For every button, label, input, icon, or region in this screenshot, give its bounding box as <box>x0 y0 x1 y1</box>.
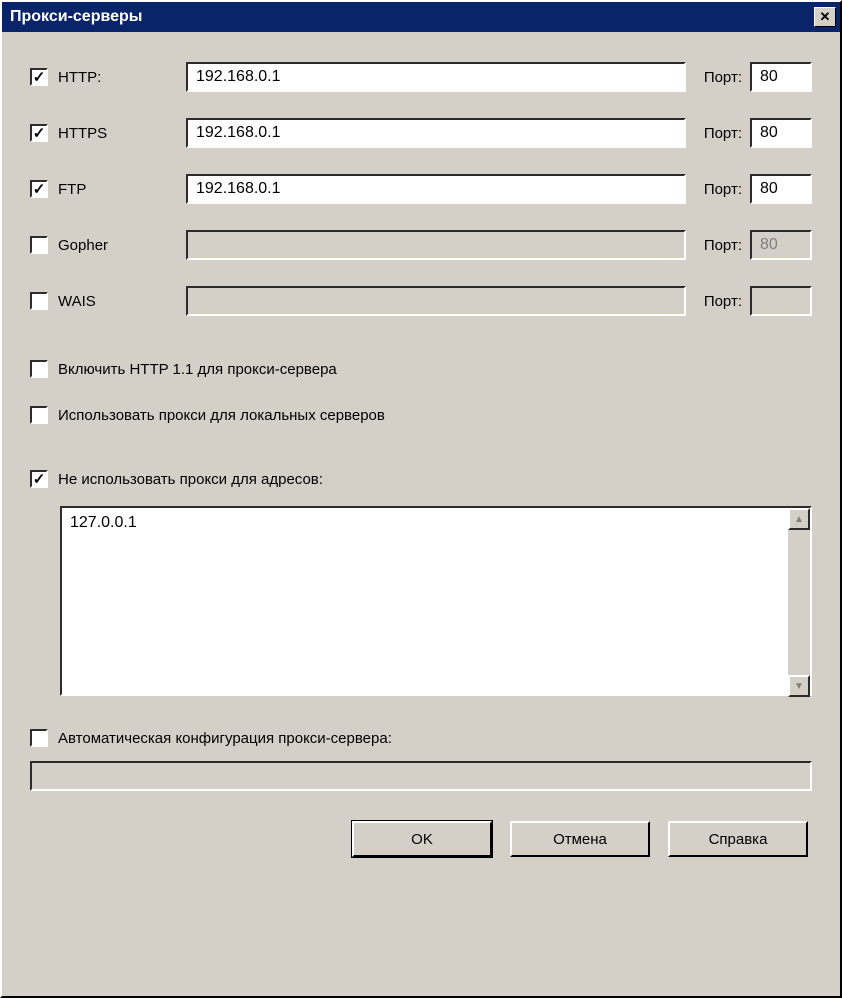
bypass-option-row: Не использовать прокси для адресов: <box>30 470 812 488</box>
ftp-address-input[interactable] <box>186 174 686 204</box>
close-button[interactable]: ✕ <box>814 7 836 27</box>
cancel-button[interactable]: Отмена <box>510 821 650 857</box>
wais-label: WAIS <box>58 293 186 310</box>
port-label: Порт: <box>704 125 742 142</box>
scroll-up-button[interactable]: ▲ <box>788 508 810 530</box>
chevron-up-icon: ▲ <box>794 514 804 525</box>
gopher-checkbox[interactable] <box>30 236 48 254</box>
help-button[interactable]: Справка <box>668 821 808 857</box>
bypass-textarea[interactable] <box>60 506 812 696</box>
http11-label: Включить HTTP 1.1 для прокси-сервера <box>58 361 337 378</box>
proxy-row-wais: WAIS Порт: <box>30 286 812 316</box>
autoconfig-url-input[interactable] <box>30 761 812 791</box>
ftp-label: FTP <box>58 181 186 198</box>
port-label: Порт: <box>704 293 742 310</box>
scroll-down-button[interactable]: ▼ <box>788 675 810 697</box>
http-checkbox[interactable] <box>30 68 48 86</box>
bypass-checkbox[interactable] <box>30 470 48 488</box>
bypass-textarea-wrap: ▲ ▼ <box>60 506 812 699</box>
autoconfig-label: Автоматическая конфигурация прокси-серве… <box>58 730 392 747</box>
button-row: OK Отмена Справка <box>30 821 812 857</box>
https-label: HTTPS <box>58 125 186 142</box>
local-label: Использовать прокси для локальных сервер… <box>58 407 385 424</box>
https-checkbox[interactable] <box>30 124 48 142</box>
port-label: Порт: <box>704 181 742 198</box>
proxy-row-gopher: Gopher Порт: <box>30 230 812 260</box>
http-address-input[interactable] <box>186 62 686 92</box>
proxy-row-http: HTTP: Порт: <box>30 62 812 92</box>
autoconfig-option-row: Автоматическая конфигурация прокси-серве… <box>30 729 812 747</box>
proxy-row-ftp: FTP Порт: <box>30 174 812 204</box>
close-icon: ✕ <box>820 9 831 25</box>
local-checkbox[interactable] <box>30 406 48 424</box>
proxy-row-https: HTTPS Порт: <box>30 118 812 148</box>
https-port-input[interactable] <box>750 118 812 148</box>
wais-checkbox[interactable] <box>30 292 48 310</box>
autoconfig-checkbox[interactable] <box>30 729 48 747</box>
ftp-port-input[interactable] <box>750 174 812 204</box>
window-title: Прокси-серверы <box>10 8 142 26</box>
dialog-content: HTTP: Порт: HTTPS Порт: FTP Порт: Gopher… <box>2 32 840 996</box>
chevron-down-icon: ▼ <box>794 681 804 692</box>
port-label: Порт: <box>704 69 742 86</box>
wais-address-input[interactable] <box>186 286 686 316</box>
http-port-input[interactable] <box>750 62 812 92</box>
https-address-input[interactable] <box>186 118 686 148</box>
http-label: HTTP: <box>58 69 186 86</box>
bypass-label: Не использовать прокси для адресов: <box>58 471 323 488</box>
titlebar: Прокси-серверы ✕ <box>2 2 840 32</box>
scrollbar[interactable]: ▲ ▼ <box>788 508 810 697</box>
ok-button[interactable]: OK <box>352 821 492 857</box>
ftp-checkbox[interactable] <box>30 180 48 198</box>
http11-option-row: Включить HTTP 1.1 для прокси-сервера <box>30 360 812 378</box>
http11-checkbox[interactable] <box>30 360 48 378</box>
port-label: Порт: <box>704 237 742 254</box>
gopher-port-input[interactable] <box>750 230 812 260</box>
local-option-row: Использовать прокси для локальных сервер… <box>30 406 812 424</box>
wais-port-input[interactable] <box>750 286 812 316</box>
gopher-address-input[interactable] <box>186 230 686 260</box>
proxy-dialog: Прокси-серверы ✕ HTTP: Порт: HTTPS Порт:… <box>0 0 842 998</box>
gopher-label: Gopher <box>58 237 186 254</box>
